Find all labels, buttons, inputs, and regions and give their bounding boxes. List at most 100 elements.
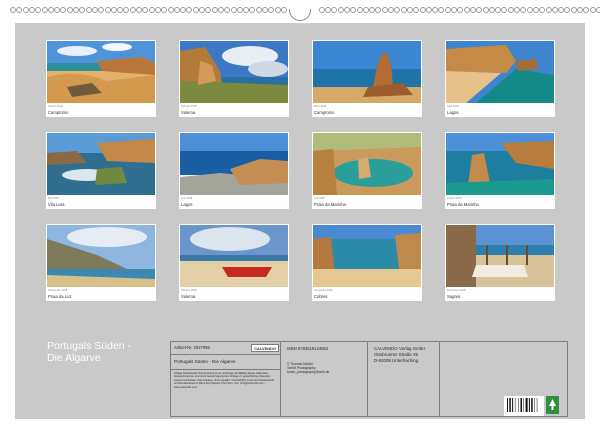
binding-hole [10,7,16,13]
binding-hole [73,7,79,13]
month-card-4[interactable]: April 2018 Lagos [445,40,555,117]
month-meta: Februar 2018 [181,105,197,108]
binding-hole [501,7,508,13]
binding-hole [142,7,149,13]
binding-hole [262,7,268,13]
month-photo-4 [446,41,554,103]
calendar-title-line-2: Die Algarve [47,351,101,364]
divider [171,354,280,355]
month-photo-5 [47,133,155,195]
publisher-name: CALVENDO Verlag GmbH [374,346,426,351]
binding-hole [520,7,527,13]
month-photo-12 [446,225,554,287]
binding-hole [394,7,401,13]
month-card-1[interactable]: Januar 2018 Camptomo [46,40,156,117]
binding-hole [28,7,35,13]
month-card-2[interactable]: Februar 2018 Salema [179,40,289,117]
month-meta: September 2018 [48,289,68,292]
binding-hole [85,7,92,13]
month-card-9[interactable]: September 2018 Praia da Luz [46,224,156,301]
month-caption: Lagos [447,110,459,115]
month-card-8[interactable]: August 2018 Praia da Marinha [445,132,555,209]
month-caption: Praia da Marinha [447,202,479,207]
binding-hole [148,7,155,13]
binding-hole [577,7,583,13]
month-photo-11 [313,225,421,287]
binding-hole [482,7,489,13]
binding-hole [425,7,432,13]
binding-hole [444,7,451,13]
binding-hole [514,7,520,13]
month-meta: Dezember 2018 [447,289,466,292]
binding-hole [551,7,558,13]
article-number: Artikel-Nr. 2027096 [174,345,210,350]
binding-hole [224,7,231,13]
month-card-5[interactable]: Mai 2018 Vila Lara [46,132,156,209]
binding-hole [173,7,180,13]
month-photo-10 [180,225,288,287]
binding-hole [381,7,388,13]
binding-hole [337,7,344,13]
binding-hole [280,7,287,13]
binding-hole [54,7,61,13]
binding-hole [66,7,73,13]
binding-hole [526,7,533,13]
info-column-1: Artikel-Nr. 2027096 CALVENDO Portugals S… [171,342,281,416]
month-photo-9 [47,225,155,287]
binding-hole [325,7,331,13]
calendar-title: Portugals Süden - Die Algarve [47,340,157,364]
binding-hole [375,7,382,13]
binding-hole [343,7,350,13]
binding-hole [91,7,98,13]
month-photo-7 [313,133,421,195]
binding-hole [507,7,514,13]
month-caption: Salema [181,110,196,115]
binding-hole [318,7,325,13]
binding-hole [167,7,174,13]
binding-hole [180,7,187,13]
month-caption: Sagres [447,294,461,299]
calvendo-logo-text: CALVENDO [254,346,277,351]
binding-hole [488,7,495,13]
binding-hole [570,7,577,13]
binding-hole [356,7,363,13]
month-card-11[interactable]: November 2018 Cobres [312,224,422,301]
month-meta: Oktober 2018 [181,289,197,292]
product-info-box: Artikel-Nr. 2027096 CALVENDO Portugals S… [170,341,568,417]
binding-hole [47,7,54,13]
binding-hole [249,7,256,13]
binding-hole [545,7,552,13]
binding-hole [211,7,218,13]
binding-hole [79,7,86,13]
binding-hole [60,7,67,13]
copyright-email: tomm_photography@web.de [287,370,330,374]
month-caption: Camptomo [48,110,69,115]
month-card-3[interactable]: März 2018 Camptomo [312,40,422,117]
binding-hole [369,7,376,13]
binding-hole [350,7,357,13]
binding-hole [564,7,571,13]
month-card-7[interactable]: Juli 2018 Praia da Marinha [312,132,422,209]
binding-hole [199,7,205,13]
binding-hole [432,7,439,13]
month-card-12[interactable]: Dezember 2018 Sagres [445,224,555,301]
month-card-6[interactable]: Juni 2018 Lagos [179,132,289,209]
binding-hole [469,7,476,13]
binding-hole [388,7,394,13]
month-meta: August 2018 [447,197,462,200]
month-card-10[interactable]: Oktober 2018 Salema [179,224,289,301]
calendar-back-panel: Januar 2018 Camptomo Februar 2018 Salema [15,23,585,419]
binding-hole [98,7,105,13]
month-caption: Lagos [181,202,193,207]
legal-notice: Infolge bestehender Schutzrechte ist es … [174,372,274,389]
divider [171,369,280,370]
month-meta: Juni 2018 [181,197,193,200]
month-photo-6 [180,133,288,195]
month-photo-2 [180,41,288,103]
month-meta: Mai 2018 [48,197,59,200]
binding-hole [129,7,136,13]
binding-hole [136,7,142,13]
month-meta: März 2018 [314,105,327,108]
publisher-street: Ottobrunner Straße 39 [374,352,418,357]
binding-hole [476,7,483,13]
